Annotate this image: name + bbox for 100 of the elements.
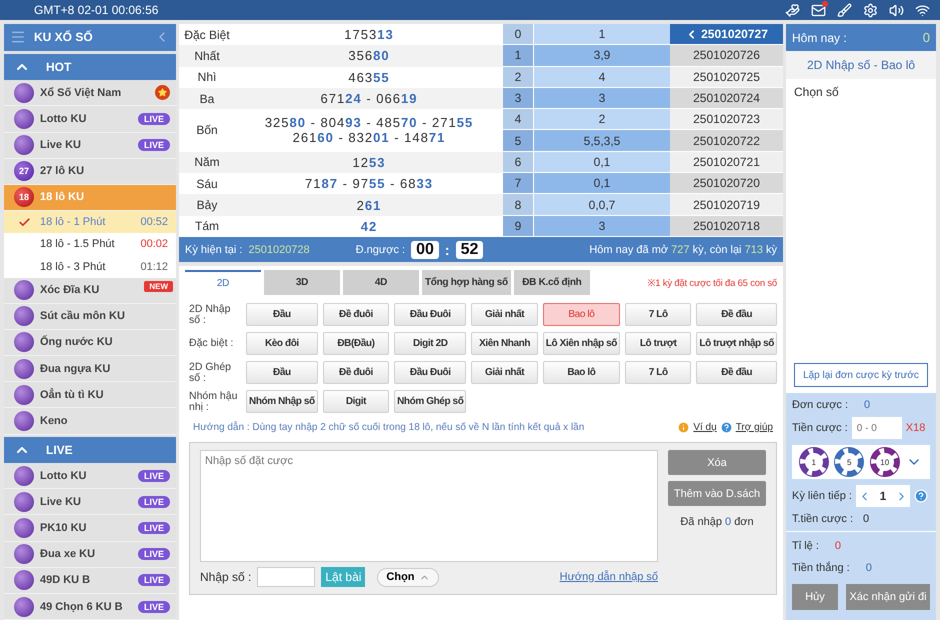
digit-values: 3,9	[592, 47, 612, 64]
number-field[interactable]	[257, 567, 316, 587]
sidebar-item[interactable]: Lotto KU LIVE	[4, 106, 176, 133]
sidebar-item[interactable]: 49D KU B LIVE	[4, 568, 176, 594]
period-item[interactable]: 2501020719	[670, 194, 783, 216]
help-link[interactable]: Trợ giúp	[736, 422, 773, 433]
countdown-seconds: 52	[456, 240, 484, 258]
sidebar-item[interactable]: Live KU LIVE	[4, 489, 176, 516]
sidebar-title: KU XỔ SỐ	[34, 30, 94, 44]
bet-type-button[interactable]: 7 Lô	[625, 361, 692, 384]
chip[interactable]: 5	[835, 448, 864, 476]
orders-count: 0	[864, 399, 870, 411]
repeat-bet-button[interactable]: Lặp lại đơn cược kỳ trước	[794, 363, 928, 387]
prize-numbers: 67124 - 06619	[320, 90, 418, 108]
bet-limit-notice: ※1 kỳ đặt cược tối đa 65 con số	[646, 277, 777, 289]
section-header[interactable]: HOT	[4, 54, 176, 80]
prize-name: Ba	[198, 90, 216, 108]
digit-cell: 6	[503, 152, 534, 172]
bet-type-button[interactable]: Bao lô	[542, 361, 620, 384]
bet-group-label: Nhóm hậu nhị :	[189, 390, 238, 412]
bet-type-button[interactable]: Lô Xiên nhập số	[542, 332, 620, 355]
section-header[interactable]: LIVE	[4, 436, 176, 464]
input-guide-link[interactable]: Hướng dẫn nhập số	[560, 571, 658, 583]
choose-dropdown[interactable]: Chọn	[377, 568, 439, 586]
chip[interactable]: 1	[800, 448, 828, 476]
sidebar-item[interactable]: Xóc Đĩa KU NEW	[4, 278, 176, 304]
bet-type-button[interactable]: Digit	[322, 390, 390, 413]
bet-type-button[interactable]: Đầu Đuôi	[394, 361, 466, 384]
sidebar-item[interactable]: 27 27 lô KU	[4, 158, 176, 185]
bet-type-button[interactable]: Lô trượt nhập số	[696, 332, 777, 355]
bet-type-button[interactable]: ĐB(Đầu)	[322, 332, 390, 355]
example-link[interactable]: Ví dụ	[693, 422, 717, 433]
bet-type-button[interactable]: Nhóm Ghép số	[394, 390, 466, 413]
bet-type-button[interactable]: Đầu	[246, 303, 318, 326]
period-item[interactable]: 2501020721	[670, 152, 783, 174]
countdown-time: 00:02	[140, 238, 168, 250]
bet-group-label: 2D Ghép số :	[189, 362, 232, 384]
bet-type-button[interactable]: Đề đuôi	[322, 303, 390, 326]
chip[interactable]: 10	[870, 448, 899, 476]
live-badge: LIVE	[138, 574, 170, 586]
bet-type-button[interactable]: 7 Lô	[625, 303, 692, 326]
period-item[interactable]: 2501020723	[670, 109, 783, 130]
multiplier: X18	[906, 422, 926, 434]
sidebar-item[interactable]: Oẳn tù tì KU	[4, 382, 176, 408]
sidebar-item[interactable]: Đua xe KU LIVE	[4, 542, 176, 568]
bet-type-button[interactable]: Đầu	[246, 361, 318, 384]
bet-type-button[interactable]: Nhóm Nhập số	[246, 390, 318, 413]
bet-type-button[interactable]: Xiên Nhanh	[471, 332, 538, 355]
streak-stepper[interactable]: 1	[856, 485, 910, 507]
period-item[interactable]: 2501020725	[670, 66, 783, 88]
today-summary: Hôm nay đã mở 727 kỳ, còn lại 713 kỳ	[589, 244, 777, 256]
bet-type-button[interactable]: Đề đuôi	[322, 361, 390, 384]
digit-cell: 5	[503, 130, 534, 151]
period-item[interactable]: 2501020727	[670, 24, 783, 46]
bet-type-button[interactable]: Đề đầu	[696, 361, 777, 384]
stake-field[interactable]: 0 - 0	[852, 417, 902, 439]
sidebar-item[interactable]: Xổ Số Việt Nam	[4, 80, 176, 106]
game-icon: 18	[14, 187, 34, 208]
picked-label: Chọn số	[794, 85, 840, 99]
today-label: Hôm nay :	[792, 30, 847, 44]
bet-tab[interactable]: ĐB K.cố định	[514, 270, 590, 295]
bet-type-button[interactable]: Đề đầu	[696, 303, 777, 326]
bet-type-button[interactable]: Digit 2D	[394, 332, 466, 355]
sidebar-item[interactable]: Đua ngựa KU	[4, 356, 176, 382]
sidebar-item[interactable]: 18 18 lô KU	[4, 184, 176, 212]
sidebar-item[interactable]: PK10 KU LIVE	[4, 515, 176, 542]
period-item[interactable]: 2501020724	[670, 88, 783, 110]
bet-type-button[interactable]: Giải nhất	[471, 303, 538, 326]
bet-tab[interactable]: 3D	[264, 270, 340, 295]
period-item[interactable]: 2501020718	[670, 216, 783, 237]
hand-heart-icon[interactable]	[785, 2, 800, 18]
bet-type-button[interactable]: Giải nhất	[471, 361, 538, 384]
sidebar-item[interactable]: Lotto KU LIVE	[4, 463, 176, 490]
sidebar-item[interactable]: Ống nước KU	[4, 330, 176, 356]
bet-type-button[interactable]: Kèo đôi	[246, 332, 318, 355]
speaker-icon[interactable]	[889, 2, 904, 18]
countdown-time: 00:52	[140, 216, 168, 228]
bet-numbers-field[interactable]: Nhập số đặt cược	[200, 450, 658, 562]
digit-cell: 9	[503, 216, 534, 236]
total-stake-label: T.tiền cược :	[792, 513, 854, 525]
bet-type-button[interactable]: Đầu Đuôi	[394, 303, 466, 326]
period-item[interactable]: 2501020726	[670, 45, 783, 67]
mail-icon[interactable]	[811, 2, 826, 18]
bet-group-label: Đặc biệt :	[189, 338, 234, 349]
settings-icon[interactable]	[863, 2, 878, 18]
brush-icon[interactable]	[837, 2, 852, 18]
digit-values: 5,5,3,5	[582, 132, 622, 150]
sidebar-item[interactable]: Sút cầu môn KU	[4, 304, 176, 330]
bet-tab[interactable]: 4D	[343, 270, 419, 295]
sidebar-item[interactable]: Keno	[4, 408, 176, 435]
sidebar-subitem[interactable]: 18 lô - 3 Phút 01:12	[4, 255, 176, 278]
bet-type-button[interactable]: Lô trượt	[625, 332, 692, 355]
sidebar-subitem[interactable]: 18 lô - 1.5 Phút 00:02	[4, 233, 176, 256]
period-item[interactable]: 2501020720	[670, 173, 783, 194]
prize-numbers: 32580 - 80493 - 48570 - 27155 26160 - 83201 - 14871	[264, 114, 474, 148]
help-icon[interactable]	[914, 489, 928, 503]
period-item[interactable]: 2501020722	[670, 130, 783, 152]
sidebar-item[interactable]: Live KU LIVE	[4, 132, 176, 159]
prize-numbers: 7187 - 9755 - 6833	[304, 175, 434, 194]
bet-tab[interactable]: Tổng hợp hàng số	[422, 270, 511, 295]
